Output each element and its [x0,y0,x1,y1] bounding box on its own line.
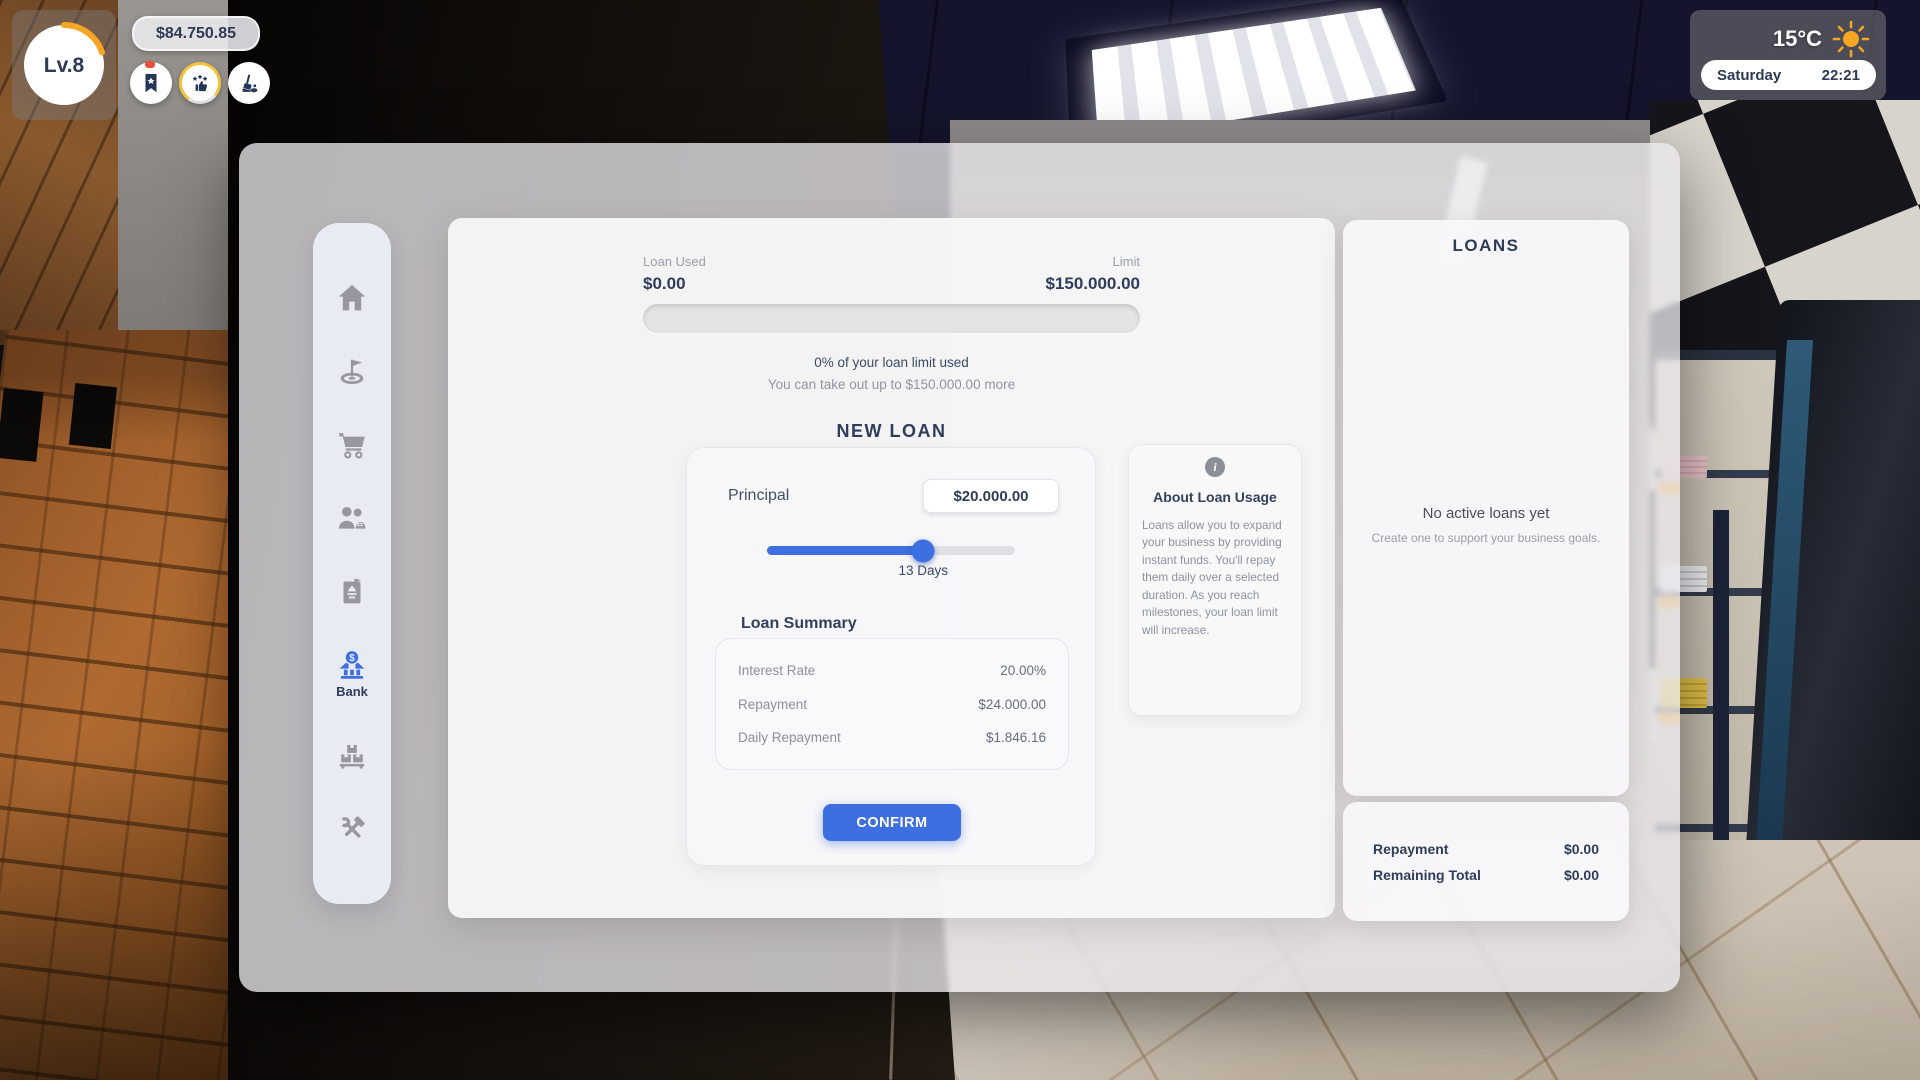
perks-button[interactable] [179,62,221,104]
staff-icon [335,501,369,535]
cleaning-broom-icon [237,71,261,95]
about-loan-body: Loans allow you to expand your business … [1142,517,1288,639]
sidebar-item-bank-label: Bank [336,684,368,699]
totals-repayment-value: $0.00 [1564,841,1599,857]
temperature-text: 15°C [1773,26,1822,52]
hud-buttons [130,62,270,104]
about-loan-title: About Loan Usage [1142,489,1288,505]
loans-empty-state: No active loans yet Create one to suppor… [1353,266,1619,784]
level-badge: Lv.8 [18,19,110,111]
money-display: $84.750.85 [132,16,260,51]
sidebar-item-home[interactable] [326,281,378,315]
sidebar-item-licenses[interactable] [326,575,378,609]
loan-more-text: You can take out up to $150.000.00 more [643,377,1140,392]
summary-row-repayment: Repayment $24.000.00 [738,697,1046,712]
totals-repayment-label: Repayment [1373,841,1448,857]
perks-stars-icon [188,71,212,95]
day-time-pill: Saturday 22:21 [1701,60,1876,90]
sidebar-item-market[interactable] [326,428,378,462]
loan-totals-panel: Repayment $0.00 Remaining Total $0.00 [1343,802,1629,921]
level-text: Lv.8 [44,54,85,77]
loan-limit-value: $150.000.00 [1045,274,1140,294]
loan-progress-bar [643,304,1140,333]
sidebar: $ Bank [313,223,391,904]
goal-flag-icon [335,354,369,388]
day-text: Saturday [1717,67,1781,84]
loan-used-value: $0.00 [643,274,686,294]
home-icon [335,281,369,315]
sidebar-item-upgrades[interactable] [326,812,378,846]
summary-row-daily: Daily Repayment $1.846.16 [738,730,1046,745]
loan-limit-label: Limit [1113,254,1140,269]
bg-concrete-pillar [118,0,234,352]
loan-percent-text: 0% of your loan limit used [643,355,1140,370]
loan-summary-title: Loan Summary [741,615,857,633]
totals-remaining-row: Remaining Total $0.00 [1373,867,1599,883]
svg-text:$: $ [349,653,355,664]
sidebar-item-staff[interactable] [326,501,378,535]
totals-remaining-label: Remaining Total [1373,867,1481,883]
new-loan-title: NEW LOAN [448,421,1335,442]
loan-used-label: Loan Used [643,254,706,269]
confirm-button[interactable]: CONFIRM [823,804,961,841]
new-loan-card: Principal $20.000.00 13 Days Loan Summar… [686,447,1096,866]
bank-icon: $ [335,648,369,682]
loan-overview: Loan Used Limit $0.00 $150.000.00 0% of … [643,254,1140,392]
achievements-button[interactable] [130,62,172,104]
bg-brick-wall [0,330,236,1080]
sidebar-item-bank[interactable]: $ Bank [326,648,378,699]
sun-icon [1830,18,1872,60]
principal-input[interactable]: $20.000.00 [923,479,1059,513]
bookmark-star-icon [139,71,163,95]
storage-icon [335,739,369,773]
about-loan-card: i About Loan Usage Loans allow you to ex… [1128,444,1302,716]
level-card: Lv.8 [12,10,116,120]
notification-dot [145,61,155,68]
loan-main-card: Loan Used Limit $0.00 $150.000.00 0% of … [448,218,1335,918]
cart-icon [335,428,369,462]
weather-widget: 15°C Saturday 22:21 [1690,10,1886,100]
loans-empty-title: No active loans yet [1423,505,1550,522]
game-screen: $ Bank [0,0,1920,1080]
duration-slider-fill [767,546,923,555]
tools-icon [335,812,369,846]
info-icon: i [1205,457,1225,477]
loans-panel-title: LOANS [1343,236,1629,256]
totals-remaining-value: $0.00 [1564,867,1599,883]
duration-value-label: 13 Days [898,563,948,578]
bank-dialog: $ Bank [239,143,1680,992]
summary-row-interest: Interest Rate 20.00% [738,663,1046,678]
loans-panel: LOANS No active loans yet Create one to … [1343,220,1629,796]
duration-slider-thumb[interactable] [912,539,935,562]
totals-repayment-row: Repayment $0.00 [1373,841,1599,857]
loans-empty-subtitle: Create one to support your business goal… [1372,531,1601,545]
sidebar-item-milestones[interactable] [326,354,378,388]
cleaning-button[interactable] [228,62,270,104]
sidebar-item-storage[interactable] [326,739,378,773]
duration-slider[interactable]: 13 Days [767,546,1015,555]
time-text: 22:21 [1822,67,1860,84]
loan-summary-box: Interest Rate 20.00% Repayment $24.000.0… [715,638,1069,770]
principal-label: Principal [728,487,789,505]
licenses-icon [335,575,369,609]
